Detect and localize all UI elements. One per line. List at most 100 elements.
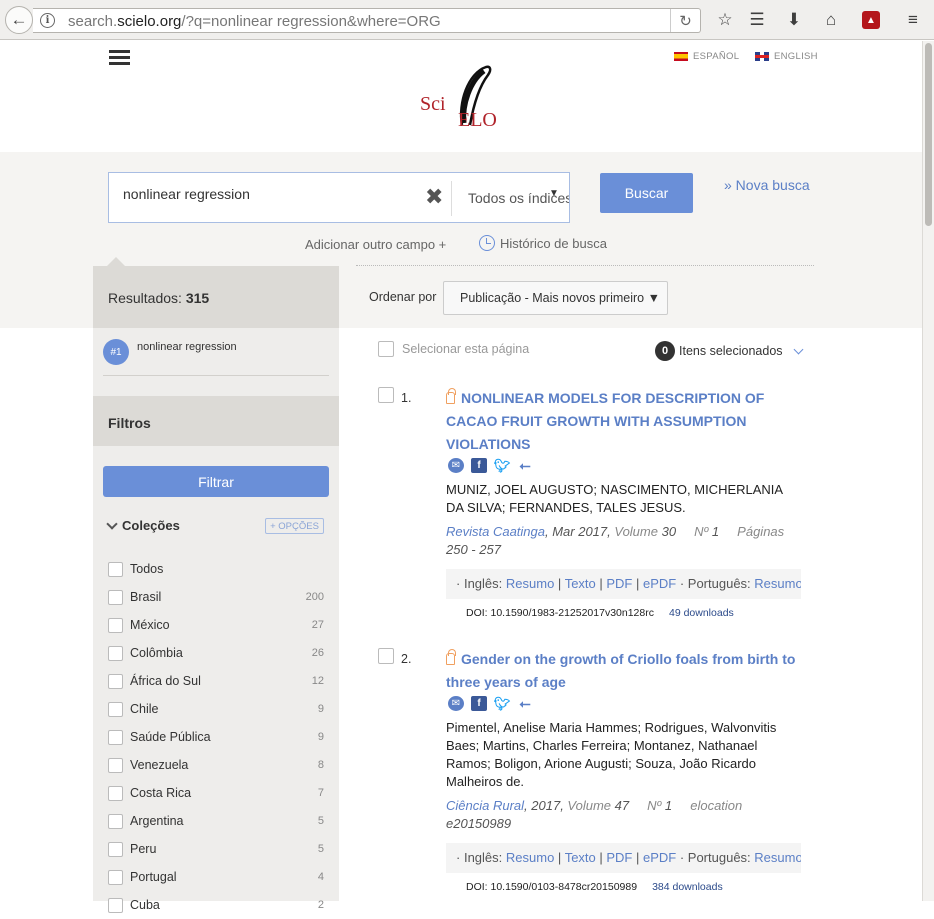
collection-item[interactable]: Venezuela 8 xyxy=(108,751,324,779)
result-title-link[interactable]: NONLINEAR MODELS FOR DESCRIPTION OF CACA… xyxy=(446,387,802,456)
result-number: 2. xyxy=(401,652,412,666)
download-icon[interactable]: ⬇ xyxy=(783,9,805,31)
collection-checkbox[interactable] xyxy=(108,757,123,773)
filter-button[interactable]: Filtrar xyxy=(103,466,329,497)
collection-count: 9 xyxy=(317,703,324,715)
filters-sidebar: Resultados: 315 #1 nonlinear regression … xyxy=(93,257,339,913)
journal-link[interactable]: Ciência Rural xyxy=(446,798,524,813)
search-box: nonlinear regression ✖ Todos os índices … xyxy=(108,172,570,223)
chevron-down-icon xyxy=(793,344,803,354)
options-button[interactable]: + OPÇÕES xyxy=(265,518,324,534)
result-authors: MUNIZ, JOEL AUGUSTO; NASCIMENTO, MICHERL… xyxy=(446,482,783,515)
collection-label: Peru xyxy=(130,842,157,856)
result-checkbox[interactable] xyxy=(378,648,394,664)
open-access-icon xyxy=(446,388,456,404)
result-number: 1. xyxy=(401,391,412,405)
share-icon[interactable]: ⭠ xyxy=(517,695,533,711)
url-text[interactable]: search.scielo.org/?q=nonlinear regressio… xyxy=(68,13,441,30)
vertical-scrollbar[interactable] xyxy=(922,41,934,901)
selected-items-toggle[interactable]: 0 Itens selecionados xyxy=(655,341,803,361)
epdf-link[interactable]: ePDF xyxy=(643,576,676,591)
collection-item[interactable]: Colômbia 26 xyxy=(108,639,324,667)
menu-icon[interactable]: ≡ xyxy=(902,9,924,31)
query-tag[interactable]: #1 xyxy=(103,339,129,365)
collection-checkbox[interactable] xyxy=(108,729,123,745)
facebook-icon[interactable]: f xyxy=(471,696,487,711)
collection-checkbox[interactable] xyxy=(108,673,123,689)
sort-select[interactable]: Publicação - Mais novos primeiro ▼ xyxy=(443,281,668,315)
twitter-icon[interactable]: 🐦︎ xyxy=(494,458,511,473)
share-icon[interactable]: ⭠ xyxy=(517,457,533,473)
home-icon[interactable]: ⌂ xyxy=(820,9,842,31)
journal-link[interactable]: Revista Caatinga xyxy=(446,524,545,539)
reading-list-icon[interactable]: ☰ xyxy=(746,9,768,31)
collection-count: 12 xyxy=(311,675,324,687)
address-bar[interactable]: i search.scielo.org/?q=nonlinear regress… xyxy=(33,8,701,33)
add-field-link[interactable]: Adicionar outro campo + xyxy=(305,237,446,252)
collection-item[interactable]: Peru 5 xyxy=(108,835,324,863)
collection-count: 5 xyxy=(317,815,324,827)
result-title-link[interactable]: Gender on the growth of Criollo foals fr… xyxy=(446,648,802,694)
search-input[interactable]: nonlinear regression xyxy=(123,186,250,202)
downloads-count: 384 downloads xyxy=(652,881,723,893)
collection-item[interactable]: África do Sul 12 xyxy=(108,667,324,695)
select-page-checkbox[interactable] xyxy=(378,341,394,357)
collection-checkbox[interactable] xyxy=(108,897,123,913)
collection-checkbox[interactable] xyxy=(108,561,123,577)
search-button[interactable]: Buscar xyxy=(600,173,693,213)
info-icon[interactable]: i xyxy=(40,13,55,28)
collection-checkbox[interactable] xyxy=(108,841,123,857)
collection-item[interactable]: Portugal 4 xyxy=(108,863,324,891)
clear-icon[interactable]: ✖ xyxy=(425,184,443,210)
fulltext-link[interactable]: Texto xyxy=(565,576,596,591)
collection-item[interactable]: Brasil 200 xyxy=(108,583,324,611)
twitter-icon[interactable]: 🐦︎ xyxy=(494,696,511,711)
scrollbar-thumb[interactable] xyxy=(925,43,932,226)
collection-item[interactable]: Saúde Pública 9 xyxy=(108,723,324,751)
search-history-link[interactable]: Histórico de busca xyxy=(479,235,607,251)
collection-checkbox[interactable] xyxy=(108,645,123,661)
hamburger-menu-icon[interactable] xyxy=(109,50,130,68)
new-search-link[interactable]: » Nova busca xyxy=(724,177,810,193)
collection-item[interactable]: Todos xyxy=(108,555,324,583)
pdf-link[interactable]: PDF xyxy=(606,576,632,591)
mendeley-icon[interactable]: ▲ xyxy=(862,11,880,29)
collection-label: Costa Rica xyxy=(130,786,192,800)
email-icon[interactable]: ✉ xyxy=(448,696,464,711)
collection-item[interactable]: Chile 9 xyxy=(108,695,324,723)
collection-checkbox[interactable] xyxy=(108,701,123,717)
back-button[interactable]: ← xyxy=(5,6,33,34)
collection-checkbox[interactable] xyxy=(108,617,123,633)
collection-checkbox[interactable] xyxy=(108,785,123,801)
collection-label: Saúde Pública xyxy=(130,730,211,744)
result-checkbox[interactable] xyxy=(378,387,394,403)
abstract-link[interactable]: Resumo xyxy=(754,850,801,865)
abstract-link[interactable]: Resumo xyxy=(506,576,554,591)
collection-item[interactable]: Costa Rica 7 xyxy=(108,779,324,807)
abstract-link[interactable]: Resumo xyxy=(754,576,801,591)
collection-item[interactable]: México 27 xyxy=(108,611,324,639)
collection-label: Brasil xyxy=(130,590,162,604)
epdf-link[interactable]: ePDF xyxy=(643,850,676,865)
share-row: ✉ f 🐦︎ ⭠ xyxy=(448,695,802,711)
collection-checkbox[interactable] xyxy=(108,869,123,885)
abstract-link[interactable]: Resumo xyxy=(506,850,554,865)
star-icon[interactable]: ☆ xyxy=(714,9,736,31)
query-text: nonlinear regression xyxy=(137,341,237,353)
lang-es-link[interactable]: ESPAÑOL xyxy=(674,51,739,62)
reload-icon[interactable]: ↻ xyxy=(670,9,700,32)
collection-checkbox[interactable] xyxy=(108,589,123,605)
select-page-control[interactable]: Selecionar esta página xyxy=(378,341,529,357)
collections-toggle[interactable]: Coleções xyxy=(106,517,180,533)
collection-item[interactable]: Argentina 5 xyxy=(108,807,324,835)
email-icon[interactable]: ✉ xyxy=(448,458,464,473)
pdf-link[interactable]: PDF xyxy=(606,850,632,865)
facebook-icon[interactable]: f xyxy=(471,458,487,473)
scielo-logo[interactable]: Sci ELO xyxy=(418,63,508,133)
lang-en-link[interactable]: ENGLISH xyxy=(755,51,818,62)
collection-checkbox[interactable] xyxy=(108,813,123,829)
collection-item[interactable]: Cuba 2 xyxy=(108,891,324,919)
fulltext-link[interactable]: Texto xyxy=(565,850,596,865)
arrow-left-icon: ← xyxy=(10,10,28,29)
search-field-select[interactable]: Todos os índices ▼ xyxy=(451,181,569,216)
